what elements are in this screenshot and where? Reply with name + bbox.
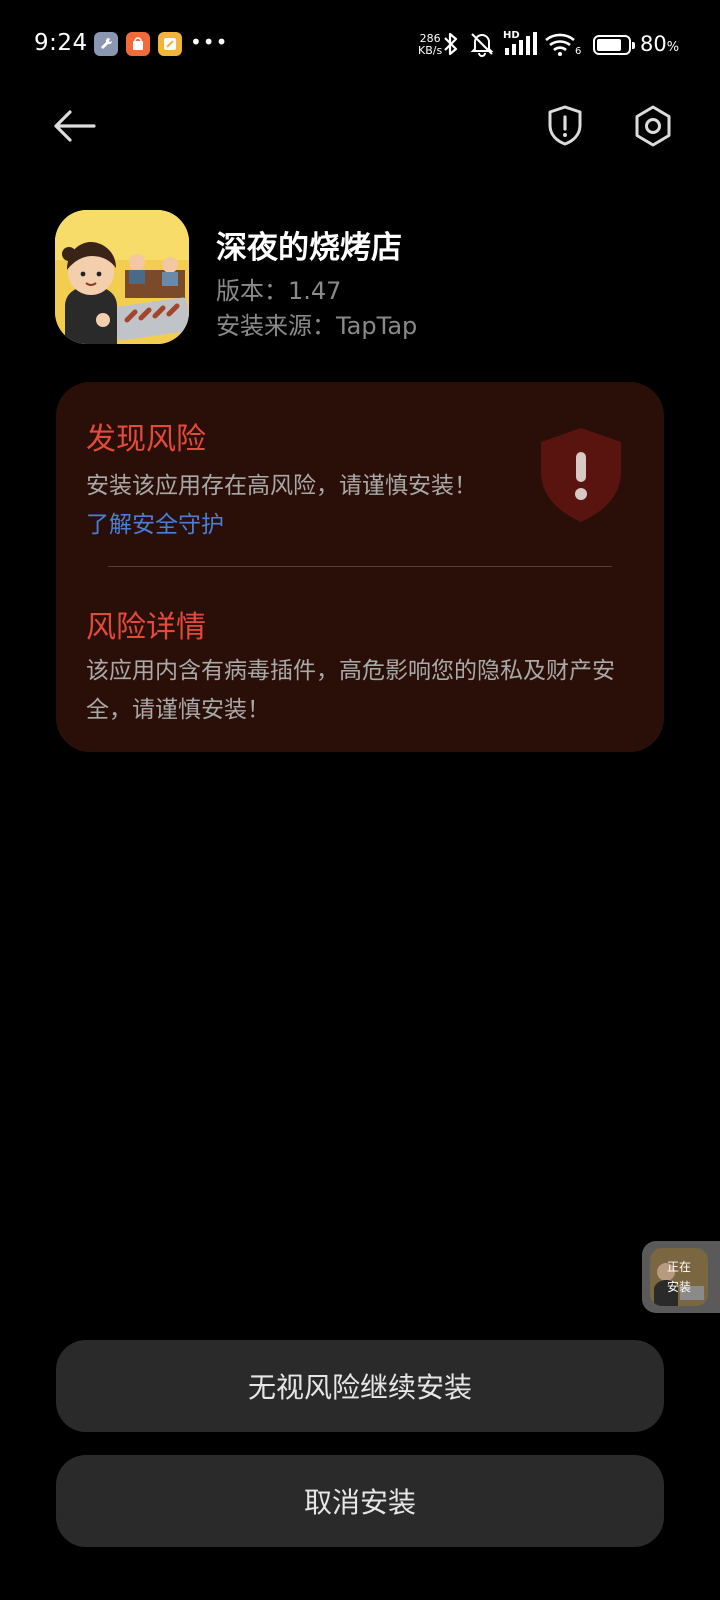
signal-icon: [505, 32, 537, 55]
status-bar: 9:24 ••• 286 KB/s HD 6 80%: [0, 0, 720, 90]
wrench-app-icon: [94, 32, 118, 56]
wifi-icon: [545, 33, 575, 56]
installing-label-line1: 正在: [666, 1260, 691, 1274]
shield-exclamation-icon: [548, 105, 582, 146]
app-version: 版本：1.47: [216, 277, 342, 305]
settings-button[interactable]: [627, 100, 679, 152]
wifi-badge: 6: [575, 46, 582, 57]
risk-description: 安装该应用存在高风险，请谨慎安装！: [86, 473, 477, 499]
notes-app-icon: [158, 32, 182, 56]
cancel-install-button[interactable]: 取消安装: [56, 1455, 664, 1547]
battery-percent-value: 80: [640, 32, 667, 56]
installing-label: 正在 安装: [650, 1248, 708, 1306]
more-notifications-icon: •••: [190, 30, 229, 54]
divider: [108, 566, 612, 567]
risk-detail-description: 该应用内含有病毒插件，高危影响您的隐私及财产安全，请谨慎安装！: [86, 658, 615, 723]
ignore-risk-continue-install-button[interactable]: 无视风险继续安装: [56, 1340, 664, 1432]
arrow-left-icon: [54, 110, 96, 142]
risk-title: 发现风险: [86, 422, 206, 457]
app-name: 深夜的烧烤店: [216, 230, 402, 266]
network-speed-unit: KB/s: [418, 44, 443, 57]
battery-percent-unit: %: [666, 40, 680, 55]
warning-shield-icon: [541, 428, 621, 522]
status-time: 9:24: [34, 30, 88, 56]
shopping-app-icon: [126, 32, 150, 56]
app-install-source: 安装来源：TapTap: [216, 312, 418, 340]
gear-icon: [635, 105, 671, 147]
bluetooth-icon: [444, 32, 458, 56]
battery-fill: [597, 39, 621, 51]
network-speed: 286 KB/s: [418, 33, 442, 57]
risk-card: 发现风险 安装该应用存在高风险，请谨慎安装！ 了解安全守护 风险详情 该应用内含…: [56, 382, 664, 752]
installing-label-line2: 安装: [666, 1280, 691, 1294]
app-icon: [55, 210, 189, 344]
installing-floating-bubble[interactable]: 正在 安装: [642, 1241, 720, 1313]
mute-bell-icon: [470, 33, 494, 57]
battery-icon: [593, 35, 635, 55]
learn-security-protection-link[interactable]: 了解安全守护: [86, 505, 224, 539]
security-button[interactable]: [540, 100, 590, 152]
battery-percent: 80%: [640, 32, 679, 56]
risk-detail-title: 风险详情: [86, 610, 206, 645]
back-button[interactable]: [48, 100, 100, 152]
